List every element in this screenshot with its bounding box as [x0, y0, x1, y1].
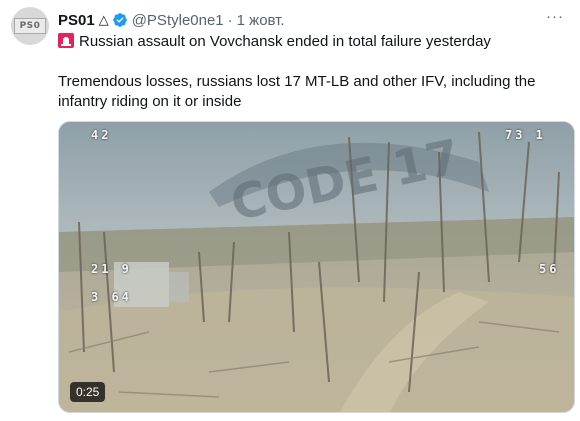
osd-top-left: 42 [91, 128, 112, 142]
tweet-text: Russian assault on Vovchansk ended in to… [58, 32, 572, 112]
osd-top-right: 73 1 [505, 128, 546, 142]
osd-left-2: 3 64 [91, 290, 132, 304]
author-name[interactable]: PS01 [58, 12, 95, 29]
separator-dot: · [227, 11, 233, 29]
tweet-header: PS01 △ @PStyle0ne1 · 1 жовт. ··· [58, 8, 572, 30]
siren-icon [58, 33, 74, 48]
video-frame: CODE 17 [59, 122, 574, 412]
more-icon[interactable]: ··· [546, 8, 564, 25]
avatar-logo: PS0 [14, 18, 46, 34]
avatar[interactable]: PS0 [11, 7, 49, 45]
video-duration-badge: 0:25 [70, 382, 106, 402]
osd-right: 56 [539, 262, 560, 276]
tweet-line-1: Russian assault on Vovchansk ended in to… [58, 32, 572, 52]
video-player[interactable]: CODE 17 42 73 1 21 9 3 64 56 0:25 [58, 121, 575, 413]
osd-left-1: 21 9 [91, 262, 132, 276]
author-triangle-glyph: △ [98, 12, 109, 27]
tweet-time[interactable]: 1 жовт. [237, 12, 285, 29]
author-handle[interactable]: @PStyle0ne1 [132, 12, 224, 29]
tweet-line-2: Tremendous losses, russians lost 17 MT-L… [58, 73, 536, 110]
verified-icon [112, 13, 127, 27]
tweet-line-1-text: Russian assault on Vovchansk ended in to… [79, 33, 491, 50]
